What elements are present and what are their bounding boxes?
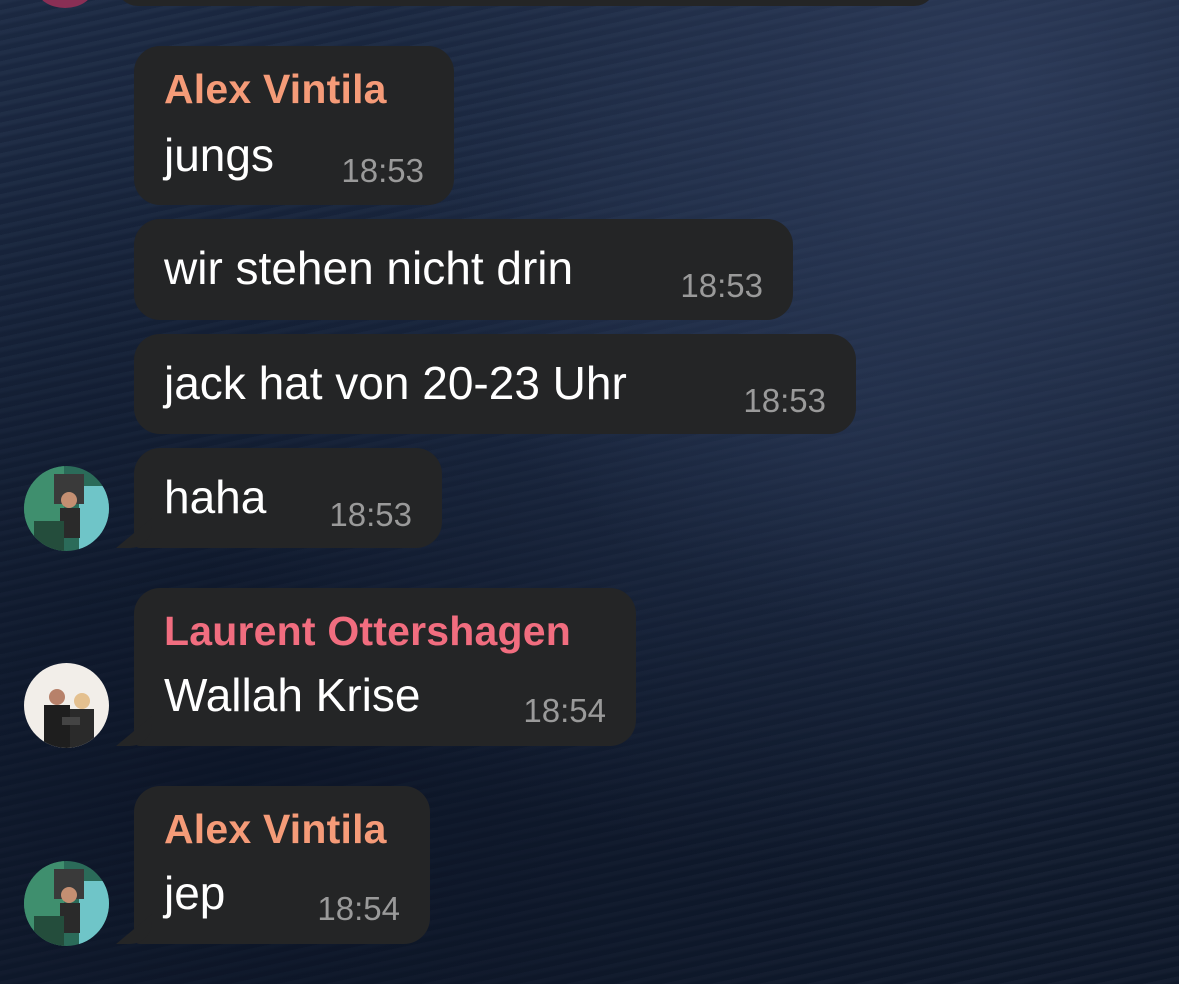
message-text: jungs <box>164 129 274 181</box>
message-time: 18:53 <box>680 267 763 304</box>
message-time: 18:53 <box>743 382 826 419</box>
user-photo-icon <box>24 466 109 551</box>
sender-name[interactable]: Alex Vintila <box>164 806 387 853</box>
message-bubble[interactable]: wir stehen nicht drin 18:53 <box>134 219 793 320</box>
message-time: 18:53 <box>329 496 412 533</box>
user-photo-icon <box>24 861 109 946</box>
alex-avatar[interactable] <box>24 861 109 946</box>
alex-avatar[interactable] <box>24 466 109 551</box>
message-bubble[interactable]: Alex Vintila jungs 18:53 <box>134 46 454 205</box>
sender-name[interactable]: Laurent Ottershagen <box>164 608 571 655</box>
message-text: wir stehen nicht drin <box>164 242 574 294</box>
laurent-avatar[interactable] <box>24 663 109 748</box>
sender-name[interactable]: Alex Vintila <box>164 66 387 113</box>
message-text: jep <box>164 867 226 919</box>
message-bubble[interactable]: jack hat von 20-23 Uhr 18:53 <box>134 334 856 434</box>
message-bubble[interactable]: Laurent Ottershagen Wallah Krise 18:54 <box>134 588 636 746</box>
previous-avatar-partial[interactable] <box>36 0 94 8</box>
message-text: Wallah Krise <box>164 669 421 721</box>
message-time: 18:53 <box>341 152 424 189</box>
user-photo-icon <box>24 663 109 748</box>
message-bubble[interactable]: haha 18:53 <box>134 448 442 548</box>
message-time: 18:54 <box>523 692 606 729</box>
previous-message-bubble-partial[interactable] <box>116 0 936 6</box>
message-text: jack hat von 20-23 Uhr <box>164 357 627 409</box>
message-bubble[interactable]: Alex Vintila jep 18:54 <box>134 786 430 944</box>
message-text: haha <box>164 471 267 523</box>
message-time: 18:54 <box>317 890 400 927</box>
